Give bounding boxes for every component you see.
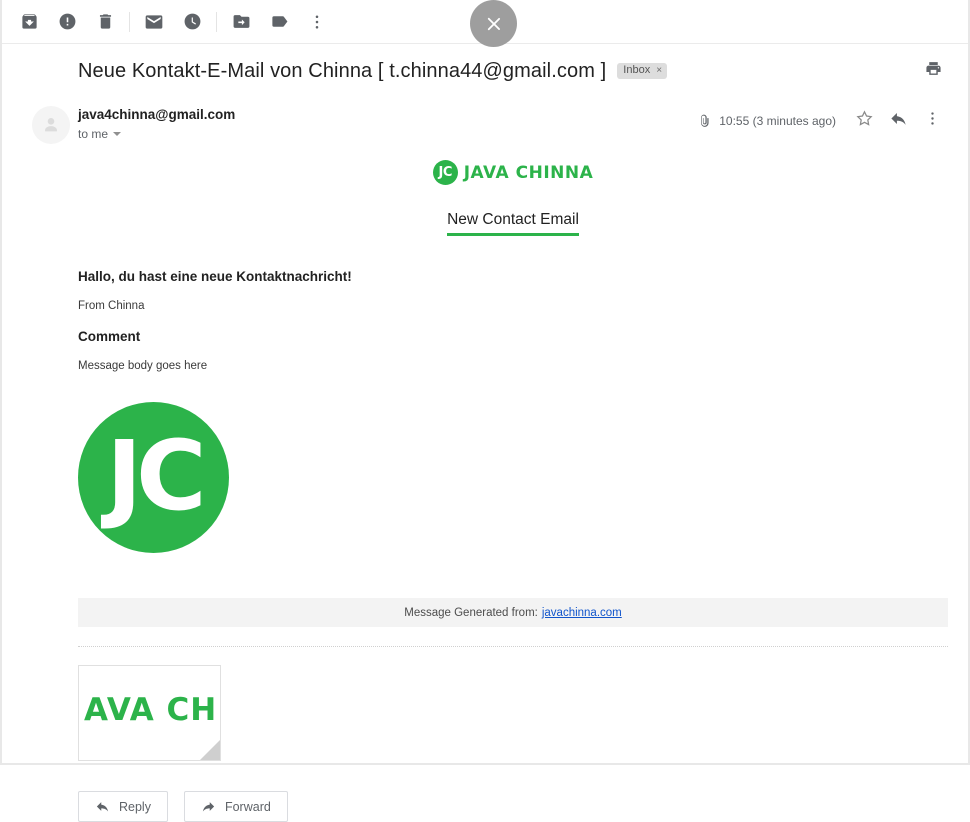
recipient-toggle[interactable]: to me (78, 127, 235, 141)
print-icon (925, 60, 942, 82)
snooze-icon (183, 12, 202, 31)
message-actions: 10:55 (3 minutes ago) (697, 104, 948, 136)
labels-button[interactable] (260, 4, 298, 40)
forward-button-label: Forward (224, 799, 271, 814)
from-line: From Chinna (78, 300, 145, 312)
generated-from-label: Message Generated from: (404, 606, 538, 619)
mark-unread-icon (144, 12, 164, 32)
sender-row: java4chinna@gmail.com to me 10:55 (3 min… (2, 94, 968, 144)
reply-button[interactable]: Reply (78, 791, 168, 822)
page-title: Neue Kontakt-E-Mail von Chinna [ t.chinn… (78, 59, 607, 82)
report-spam-button[interactable] (48, 4, 86, 40)
move-to-button[interactable] (222, 4, 260, 40)
jc-large-logo-image: JC (78, 402, 229, 553)
message-toolbar (2, 0, 968, 47)
close-icon (483, 13, 505, 35)
archive-icon (20, 12, 39, 31)
attachment-divider (78, 646, 948, 647)
print-button[interactable] (918, 56, 948, 86)
move-to-icon (232, 12, 251, 31)
comment-body: Message body goes here (78, 360, 208, 372)
attachment-area: AVA CH (78, 665, 948, 761)
jc-large-logo-text: JC (106, 419, 206, 532)
attachment-thumbnail[interactable]: AVA CH (78, 665, 221, 761)
avatar (32, 106, 70, 144)
delete-button[interactable] (86, 4, 124, 40)
email-brand-header: JC JAVA CHINNA New Contact Email (78, 144, 948, 236)
email-heading: New Contact Email (447, 211, 579, 236)
sender-meta: java4chinna@gmail.com to me (78, 104, 235, 141)
forward-button[interactable]: Forward (183, 791, 288, 822)
timestamp: 10:55 (3 minutes ago) (697, 114, 836, 129)
brand-logo: JC JAVA CHINNA (432, 160, 594, 185)
email-page: Neue Kontakt-E-Mail von Chinna [ t.chinn… (0, 0, 970, 822)
labels-icon (270, 12, 289, 31)
sender-email[interactable]: java4chinna@gmail.com (78, 106, 235, 123)
snooze-button[interactable] (173, 4, 211, 40)
javachinna-link[interactable]: javachinna.com (542, 607, 622, 619)
generated-from-bar: Message Generated from: javachinna.com (78, 598, 948, 627)
toolbar-divider-2 (216, 11, 217, 32)
attachment-corner-fold-icon (200, 740, 220, 760)
subject-row: Neue Kontakt-E-Mail von Chinna [ t.chinn… (2, 44, 968, 94)
person-icon (45, 118, 57, 132)
toolbar-divider (129, 11, 130, 32)
message-more-button[interactable] (916, 106, 948, 136)
reply-arrow-icon (95, 799, 110, 814)
jc-logo-icon: JC (432, 160, 458, 185)
timestamp-text: 10:55 (3 minutes ago) (719, 114, 836, 128)
report-spam-icon (58, 12, 77, 31)
mark-unread-button[interactable] (135, 4, 173, 40)
attachment-icon (697, 114, 712, 129)
archive-button[interactable] (10, 4, 48, 40)
brand-name: JAVA CHINNA (463, 162, 594, 183)
star-button[interactable] (848, 106, 880, 136)
close-button[interactable] (470, 0, 517, 47)
reply-arrow-icon (889, 109, 908, 133)
delete-icon (96, 12, 115, 31)
comment-heading: Comment (78, 329, 141, 344)
label-chip-remove-icon[interactable]: × (656, 65, 662, 76)
reply-icon-button[interactable] (882, 106, 914, 136)
star-icon (855, 109, 874, 133)
label-chip-text: Inbox (623, 64, 651, 76)
reply-actions: Reply Forward (78, 791, 948, 822)
reply-button-label: Reply (119, 799, 151, 814)
greeting-text: Hallo, du hast eine neue Kontaktnachrich… (78, 269, 352, 284)
more-icon (924, 110, 941, 132)
more-icon (308, 13, 326, 31)
more-options-button[interactable] (298, 4, 336, 40)
chevron-down-icon (113, 132, 122, 136)
label-chip-inbox[interactable]: Inbox × (617, 63, 668, 79)
attachment-thumbnail-text: AVA CH (84, 692, 218, 728)
inline-image-wrap: JC (78, 402, 948, 553)
message-body: JC JAVA CHINNA New Contact Email Hallo, … (2, 144, 968, 822)
forward-arrow-icon (201, 799, 216, 814)
recipient-label: to me (78, 127, 109, 141)
